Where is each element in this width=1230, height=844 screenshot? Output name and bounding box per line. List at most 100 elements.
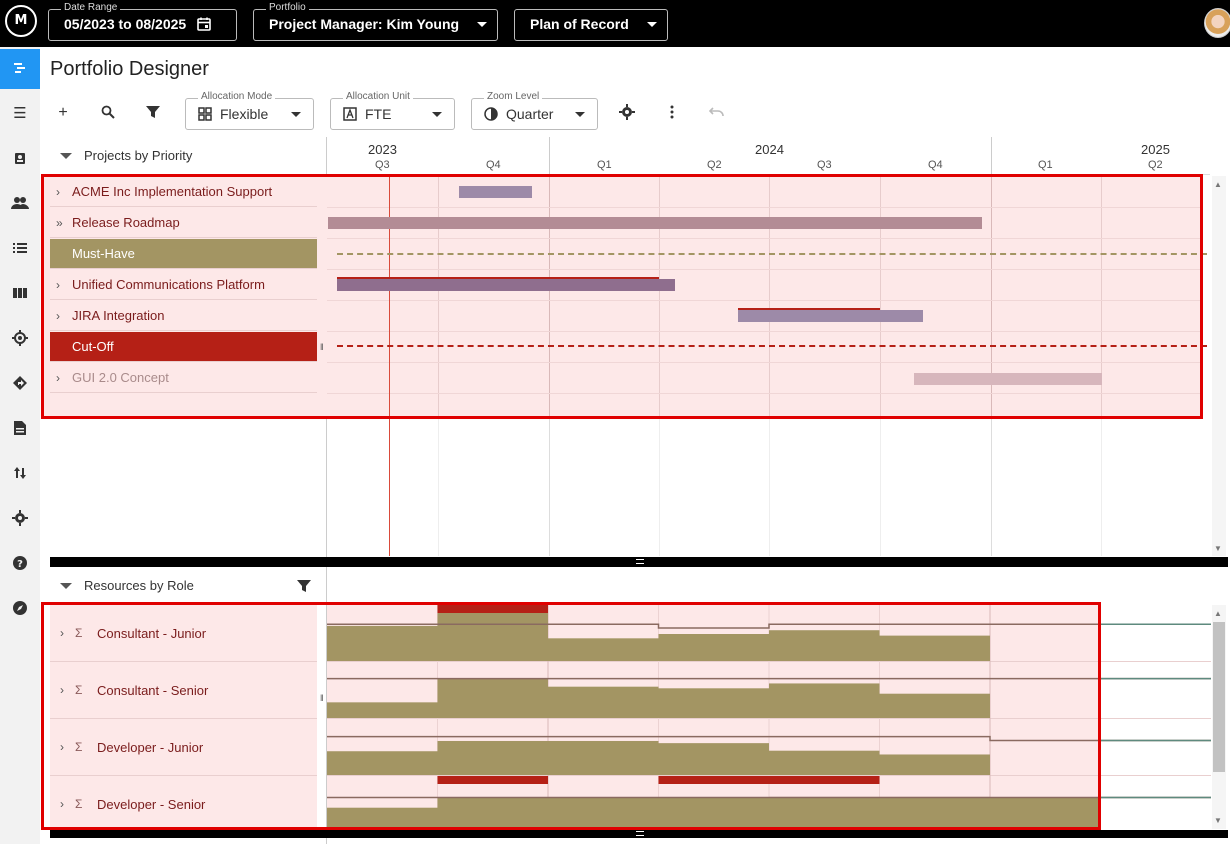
- nav-people[interactable]: [0, 184, 40, 224]
- grid-line: [659, 417, 660, 556]
- pane-splitter[interactable]: [50, 557, 1228, 567]
- app-logo[interactable]: M: [5, 5, 37, 37]
- chevron-right-icon[interactable]: ›: [60, 605, 64, 662]
- scroll-down-icon[interactable]: ▼: [1214, 816, 1222, 825]
- undo-icon: [708, 107, 724, 117]
- compass-icon: [13, 601, 27, 615]
- search-button[interactable]: [94, 99, 122, 127]
- collapse-triangle-icon[interactable]: [60, 583, 72, 589]
- scroll-down-icon[interactable]: ▼: [1214, 544, 1222, 553]
- projects-header[interactable]: Projects by Priority: [50, 137, 326, 175]
- allocation-bar: [437, 607, 548, 661]
- gantt-bar-release-roadmap[interactable]: [328, 217, 982, 229]
- chevron-down-icon: [476, 22, 487, 27]
- project-row-unified-communications[interactable]: › Unified Communications Platform: [50, 270, 317, 300]
- zoom-icon: [484, 107, 498, 121]
- gantt-bar-gui-concept[interactable]: [914, 373, 1102, 385]
- chevron-right-icon[interactable]: ›: [60, 719, 64, 776]
- project-row-release-roadmap[interactable]: » Release Roadmap: [50, 208, 317, 238]
- nav-document[interactable]: [0, 409, 40, 449]
- zoom-level-select[interactable]: Zoom Level Quarter: [471, 91, 598, 130]
- grid-line: [549, 417, 550, 556]
- allocation-bar: [548, 686, 659, 718]
- resource-row-developer-senior[interactable]: › Σ Developer - Senior: [50, 776, 317, 833]
- collapse-triangle-icon[interactable]: [60, 153, 72, 159]
- allocation-bar: [769, 630, 880, 661]
- settings-button[interactable]: [613, 99, 641, 127]
- chevron-down-icon: [646, 22, 657, 27]
- project-row-jira-integration[interactable]: › JIRA Integration: [50, 301, 317, 331]
- nav-direction[interactable]: [0, 364, 40, 404]
- calendar-icon[interactable]: [196, 16, 212, 32]
- grid-line: [880, 176, 881, 417]
- undo-button[interactable]: [703, 99, 731, 127]
- plan-select[interactable]: Plan of Record: [514, 9, 668, 41]
- swap-icon: [14, 467, 26, 479]
- unit-icon: [343, 107, 357, 121]
- add-button[interactable]: +: [49, 99, 77, 127]
- scroll-up-icon[interactable]: ▲: [1214, 609, 1222, 618]
- filter-button[interactable]: [139, 99, 167, 127]
- resource-row-consultant-junior[interactable]: › Σ Consultant - Junior: [50, 605, 317, 662]
- chevron-right-icon[interactable]: ›: [56, 363, 60, 393]
- projects-scrollbar[interactable]: [1212, 176, 1226, 556]
- chevron-right-icon[interactable]: ›: [60, 662, 64, 719]
- chevron-right-icon[interactable]: ›: [60, 776, 64, 833]
- scroll-up-icon[interactable]: ▲: [1214, 180, 1222, 189]
- grid-line: [327, 238, 1201, 239]
- nav-columns[interactable]: [0, 274, 40, 314]
- grid-line: [438, 176, 439, 417]
- date-range-field[interactable]: Date Range 05/2023 to 08/2025: [48, 2, 237, 41]
- resources-filter-button[interactable]: [297, 579, 311, 598]
- project-row-gui-concept[interactable]: › GUI 2.0 Concept: [50, 363, 317, 393]
- list-icon: [13, 243, 27, 253]
- chevron-right-icon[interactable]: ›: [56, 301, 60, 331]
- resource-row-developer-junior[interactable]: › Σ Developer - Junior: [50, 719, 317, 776]
- nav-compass[interactable]: [0, 589, 40, 629]
- project-row-acme[interactable]: › ACME Inc Implementation Support: [50, 177, 317, 207]
- nav-user-list[interactable]: ☰: [0, 94, 40, 134]
- allocation-bar: [769, 750, 880, 775]
- plus-icon: +: [58, 104, 68, 121]
- chevron-down-icon: [575, 112, 585, 117]
- nav-settings[interactable]: [0, 499, 40, 539]
- resources-scroll-thumb[interactable]: [1213, 622, 1225, 772]
- resource-row-consultant-senior[interactable]: › Σ Consultant - Senior: [50, 662, 317, 719]
- quarter-label: Q4: [486, 159, 501, 171]
- nav-help[interactable]: ?: [0, 544, 40, 584]
- nav-portfolio-designer[interactable]: [0, 49, 40, 89]
- quarter-label: Q1: [597, 159, 612, 171]
- nav-target[interactable]: [0, 319, 40, 359]
- cut-off-divider[interactable]: Cut-Off: [50, 332, 317, 362]
- allocation-mode-select[interactable]: Allocation Mode Flexible: [185, 91, 314, 130]
- pane-splitter-bottom[interactable]: [50, 830, 1228, 838]
- grid-line: [769, 176, 770, 417]
- drag-handle-icon[interactable]: ǁ: [320, 693, 324, 703]
- allocation-bar: [658, 743, 769, 775]
- chevron-down-icon: [432, 112, 442, 117]
- nav-swap[interactable]: [0, 454, 40, 494]
- gantt-bar-acme[interactable]: [459, 186, 532, 198]
- chevron-right-icon[interactable]: ›: [56, 270, 60, 300]
- chevron-right-icon[interactable]: ›: [56, 177, 60, 207]
- must-have-divider[interactable]: Must-Have: [50, 239, 317, 269]
- grid-line: [880, 417, 881, 556]
- gantt-bar-unified-communications[interactable]: [337, 279, 675, 291]
- nav-badge[interactable]: [0, 139, 40, 179]
- nav-list[interactable]: [0, 229, 40, 269]
- more-button[interactable]: [658, 99, 686, 127]
- sigma-icon: Σ: [75, 797, 83, 811]
- resources-header[interactable]: Resources by Role: [50, 569, 326, 603]
- grid-icon: [198, 107, 212, 121]
- allocation-unit-select[interactable]: Allocation Unit FTE: [330, 91, 455, 130]
- gantt-bar-jira-integration[interactable]: [738, 310, 923, 322]
- grid-line: [327, 393, 1201, 394]
- allocation-bar: [327, 751, 438, 775]
- portfolio-select[interactable]: Portfolio Project Manager: Kim Young: [253, 2, 498, 41]
- drag-handle-icon: [636, 831, 644, 836]
- drag-handle-icon[interactable]: ǁ: [320, 342, 324, 352]
- user-avatar[interactable]: [1204, 8, 1230, 38]
- double-chevron-right-icon[interactable]: »: [56, 208, 63, 238]
- overlap-marker: [738, 308, 880, 310]
- search-icon: [101, 105, 115, 119]
